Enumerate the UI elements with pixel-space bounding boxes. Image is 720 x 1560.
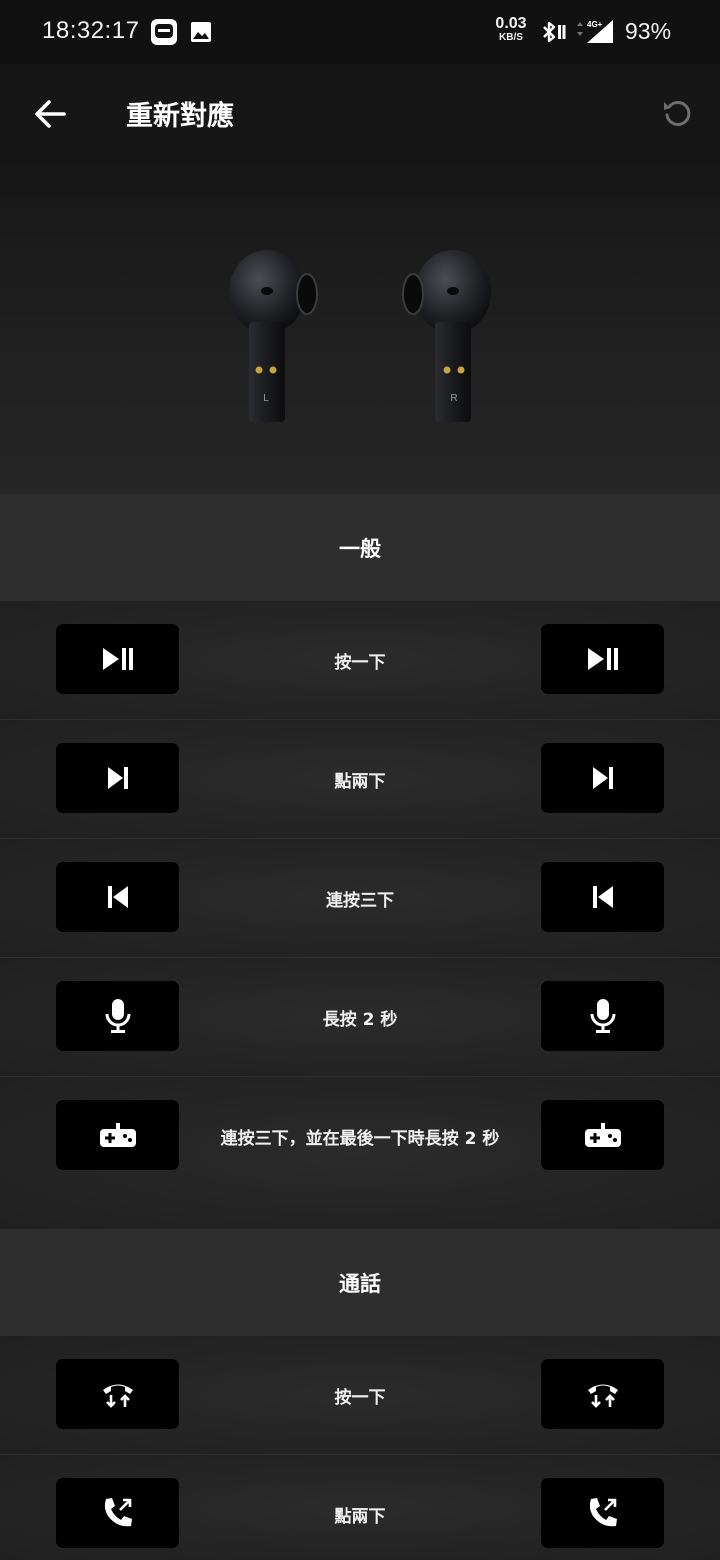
- reset-button[interactable]: [656, 92, 700, 136]
- left-action-button[interactable]: [56, 862, 179, 932]
- network-speed-unit: KB/S: [499, 32, 523, 43]
- section-header-general: 一般: [0, 494, 720, 601]
- gesture-label: 點兩下: [334, 1506, 386, 1527]
- right-action-button[interactable]: [541, 1478, 664, 1548]
- left-action-button[interactable]: [56, 1478, 179, 1548]
- play-pause-icon: [587, 648, 618, 670]
- right-label: R: [450, 393, 457, 404]
- right-action-button[interactable]: [541, 862, 664, 932]
- gesture-row-triple-tap: 連按三下: [0, 839, 720, 958]
- left-label: L: [263, 393, 269, 404]
- reset-icon: [664, 100, 691, 126]
- arrow-left-icon: [35, 100, 66, 128]
- gesture-row-double-tap: 點兩下: [0, 720, 720, 839]
- status-time: 18:32:17: [42, 17, 140, 44]
- gesture-row-triple-tap-hold: 連按三下，並在最後一下時長按 2 秒: [0, 1077, 720, 1229]
- microphone-icon: [590, 999, 615, 1033]
- right-action-button[interactable]: [541, 743, 664, 813]
- earbuds-image: L R: [229, 250, 491, 422]
- right-action-button[interactable]: [541, 624, 664, 694]
- network-speed: 0.03 KB/S: [494, 16, 528, 43]
- bluetooth-icon: [540, 20, 566, 44]
- section-title: 一般: [339, 536, 381, 561]
- answer-hangup-icon: [587, 1384, 618, 1408]
- gesture-label: 連按三下，並在最後一下時長按 2 秒: [220, 1128, 500, 1149]
- gesture-row-call-double-tap: 點兩下: [0, 1455, 720, 1560]
- page-title: 重新對應: [126, 101, 234, 132]
- status-bar: 18:32:17 0.03 KB/S 4G+ 93%: [0, 0, 720, 64]
- right-action-button[interactable]: [541, 1100, 664, 1170]
- gesture-label: 按一下: [334, 1387, 386, 1408]
- network-speed-value: 0.03: [495, 15, 527, 32]
- gesture-label: 連按三下: [326, 890, 394, 911]
- call-transfer-icon: [104, 1498, 132, 1527]
- app-bar: 重新對應: [0, 64, 720, 164]
- previous-track-icon: [107, 886, 128, 908]
- microphone-icon: [105, 999, 130, 1033]
- app-notification-icon: [151, 19, 177, 45]
- image-icon: [190, 21, 212, 43]
- left-action-button[interactable]: [56, 624, 179, 694]
- next-track-icon: [107, 767, 128, 789]
- play-pause-icon: [102, 648, 133, 670]
- left-action-button[interactable]: [56, 743, 179, 813]
- right-action-button[interactable]: [541, 981, 664, 1051]
- gamepad-icon: [584, 1123, 621, 1147]
- gesture-row-call-single-tap: 按一下: [0, 1336, 720, 1455]
- previous-track-icon: [592, 886, 613, 908]
- gesture-label: 按一下: [334, 652, 386, 673]
- right-earbud: R: [402, 250, 491, 422]
- gesture-label: 點兩下: [334, 771, 386, 792]
- right-action-button[interactable]: [541, 1359, 664, 1429]
- next-track-icon: [592, 767, 613, 789]
- gesture-row-single-tap: 按一下: [0, 601, 720, 720]
- signal-4g-icon: 4G+: [575, 18, 615, 46]
- section-header-calls: 通話: [0, 1229, 720, 1336]
- gamepad-icon: [99, 1123, 136, 1147]
- battery-level: 93%: [625, 18, 672, 44]
- data-arrows-icon: [577, 22, 583, 36]
- gesture-row-long-press: 長按 2 秒: [0, 958, 720, 1077]
- section-title: 通話: [339, 1271, 381, 1296]
- back-button[interactable]: [28, 92, 72, 136]
- svg-text:4G+: 4G+: [587, 20, 603, 29]
- call-transfer-icon: [589, 1498, 617, 1527]
- left-action-button[interactable]: [56, 1100, 179, 1170]
- left-earbud: L: [229, 250, 318, 422]
- left-action-button[interactable]: [56, 981, 179, 1051]
- answer-hangup-icon: [102, 1384, 133, 1408]
- earbuds-hero: L R: [0, 164, 720, 494]
- gesture-label: 長按 2 秒: [322, 1009, 398, 1030]
- left-action-button[interactable]: [56, 1359, 179, 1429]
